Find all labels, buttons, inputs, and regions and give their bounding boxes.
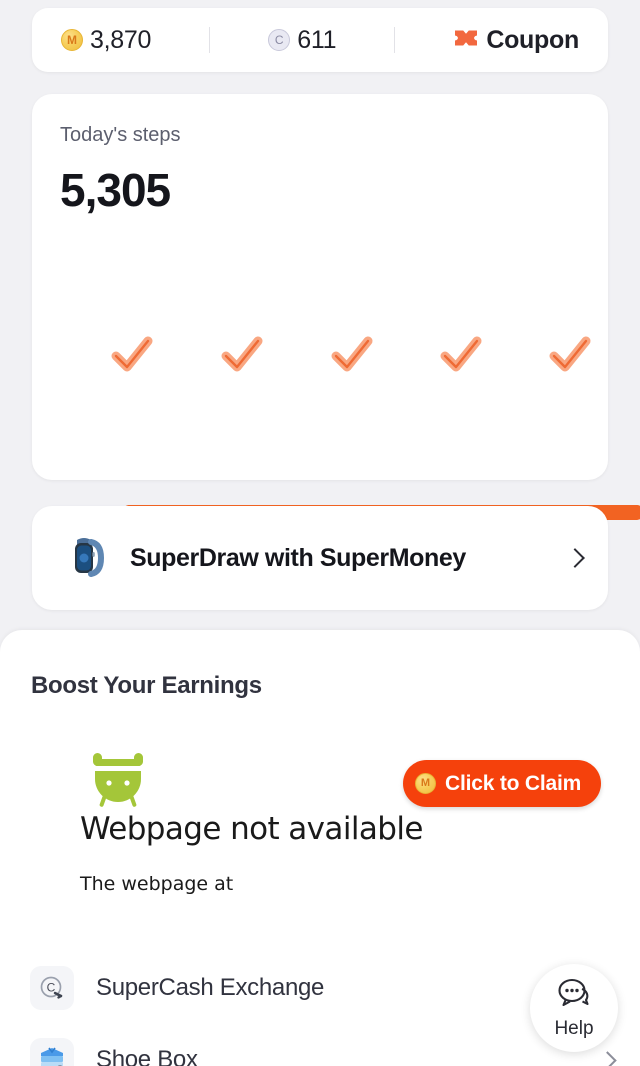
- step-check-2k: [328, 330, 376, 378]
- balance-divider-2: [394, 27, 396, 53]
- coupon-ticket-icon: [453, 27, 479, 54]
- step-check-1k: [218, 330, 266, 378]
- cash-balance-value: 611: [297, 25, 337, 54]
- superdraw-label: SuperDraw with SuperMoney: [130, 543, 466, 572]
- coin-m-icon: M: [61, 29, 84, 51]
- chat-bubbles-icon: [555, 977, 593, 1016]
- click-to-claim-button[interactable]: M Click to Claim: [403, 760, 602, 807]
- coin-c-icon: C: [268, 29, 291, 51]
- steps-title: Today's steps: [60, 124, 181, 146]
- boost-title: Boost Your Earnings: [31, 672, 262, 699]
- list-item-label: SuperCash Exchange: [96, 974, 325, 1001]
- step-check-4k: [546, 330, 594, 378]
- webview-error-title: Webpage not available: [80, 811, 423, 847]
- claim-coin-m-icon: M: [415, 773, 436, 794]
- balance-item-money[interactable]: M 3,870: [61, 26, 151, 55]
- app-screen: M 3,870 C 611 Coupon Today's steps 5,305: [0, 0, 640, 1066]
- chevron-right-icon[interactable]: [565, 548, 585, 568]
- balance-bar: M 3,870 C 611 Coupon: [32, 8, 608, 72]
- promo-webview: Webpage not available The webpage at: [0, 728, 640, 922]
- shoe-box-icon: [30, 1038, 74, 1066]
- superdraw-card[interactable]: SuperDraw with SuperMoney: [32, 506, 608, 610]
- steps-count: 5,305: [60, 164, 171, 216]
- claim-button-label: Click to Claim: [445, 771, 582, 795]
- money-balance-value: 3,870: [90, 25, 152, 54]
- todays-steps-card: Today's steps 5,305 Start 1K: [32, 94, 640, 550]
- list-item-label: Shoe Box: [96, 1046, 198, 1066]
- balance-divider-1: [209, 27, 211, 53]
- broken-android-icon: [80, 751, 156, 807]
- chevron-right-icon[interactable]: [598, 1050, 617, 1066]
- balance-item-cash[interactable]: C 611: [268, 26, 336, 55]
- webview-error-body: The webpage at: [80, 873, 234, 895]
- step-check-start: [108, 330, 156, 378]
- balance-item-coupon[interactable]: Coupon: [453, 26, 579, 55]
- step-check-3k: [437, 330, 485, 378]
- step-checkmarks: [90, 330, 608, 386]
- help-label: Help: [554, 1017, 594, 1039]
- help-button[interactable]: Help: [530, 964, 618, 1052]
- coupon-label: Coupon: [486, 25, 579, 54]
- smartwatch-icon: [58, 532, 110, 584]
- supercash-exchange-icon: C: [30, 966, 74, 1010]
